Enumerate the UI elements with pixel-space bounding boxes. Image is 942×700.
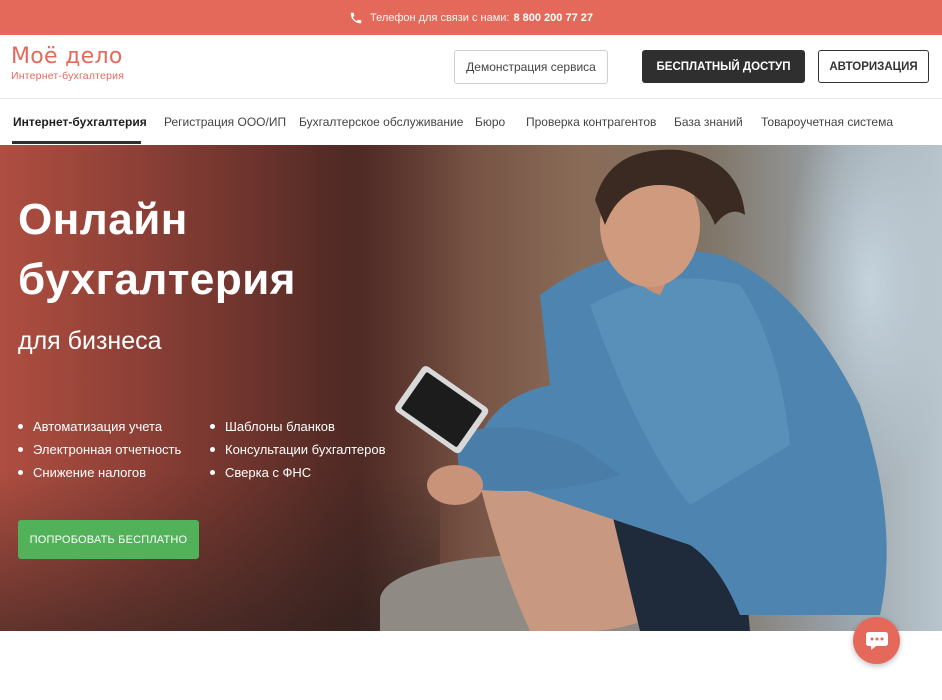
- demo-button[interactable]: Демонстрация сервиса: [454, 50, 608, 84]
- hero-subtitle: для бизнеса: [18, 327, 162, 355]
- feature-column-1: Автоматизация учета Электронная отчетнос…: [18, 415, 208, 484]
- feature-item: Электронная отчетность: [18, 438, 208, 461]
- nav-item-registration[interactable]: Регистрация ООО/ИП: [164, 115, 286, 129]
- chat-bubble-icon: [865, 631, 888, 650]
- try-free-button[interactable]: ПОПРОБОВАТЬ БЕСПЛАТНО: [18, 520, 199, 559]
- nav-item-accounting-service[interactable]: Бухгалтерское обслуживание: [299, 115, 463, 129]
- hero-title: Онлайн бухгалтерия: [18, 190, 296, 310]
- bullet-icon: [18, 424, 23, 429]
- nav-item-inventory-system[interactable]: Товароучетная система: [761, 115, 893, 129]
- chat-button[interactable]: [853, 617, 900, 664]
- feature-column-2: Шаблоны бланков Консультации бухгалтеров…: [210, 415, 400, 484]
- feature-item: Консультации бухгалтеров: [210, 438, 400, 461]
- top-contact-bar: Телефон для связи с нами: 8 800 200 77 2…: [0, 0, 942, 35]
- feature-item: Снижение налогов: [18, 461, 208, 484]
- logo[interactable]: Моё дело Интернет-бухгалтерия: [11, 44, 125, 83]
- nav-item-counterparty-check[interactable]: Проверка контрагентов: [526, 115, 656, 129]
- free-access-button[interactable]: БЕСПЛАТНЫЙ ДОСТУП: [642, 50, 805, 83]
- nav-item-knowledge-base[interactable]: База знаний: [674, 115, 743, 129]
- phone-number[interactable]: 8 800 200 77 27: [513, 12, 593, 24]
- site-header: Моё дело Интернет-бухгалтерия Демонстрац…: [0, 35, 942, 99]
- hero-section: Онлайн бухгалтерия для бизнеса Автоматиз…: [0, 145, 942, 631]
- login-button[interactable]: АВТОРИЗАЦИЯ: [818, 50, 929, 83]
- logo-subtitle: Интернет-бухгалтерия: [11, 70, 125, 82]
- feature-item: Шаблоны бланков: [210, 415, 400, 438]
- nav-item-bureau[interactable]: Бюро: [475, 115, 505, 129]
- bullet-icon: [210, 447, 215, 452]
- bullet-icon: [210, 424, 215, 429]
- feature-item: Автоматизация учета: [18, 415, 208, 438]
- hero-title-line1: Онлайн: [18, 195, 188, 244]
- nav-item-internet-accounting[interactable]: Интернет-бухгалтерия: [13, 115, 147, 129]
- bullet-icon: [210, 470, 215, 475]
- hero-person-illustration: [395, 149, 887, 631]
- bullet-icon: [18, 470, 23, 475]
- bullet-icon: [18, 447, 23, 452]
- phone-label: Телефон для связи с нами:: [369, 11, 510, 24]
- phone-icon: [350, 12, 362, 23]
- active-nav-indicator: [12, 141, 141, 144]
- feature-item: Сверка с ФНС: [210, 461, 400, 484]
- hero-title-line2: бухгалтерия: [18, 255, 296, 304]
- main-nav: Интернет-бухгалтерия Регистрация ООО/ИП …: [0, 99, 942, 145]
- logo-title: Моё дело: [11, 44, 123, 69]
